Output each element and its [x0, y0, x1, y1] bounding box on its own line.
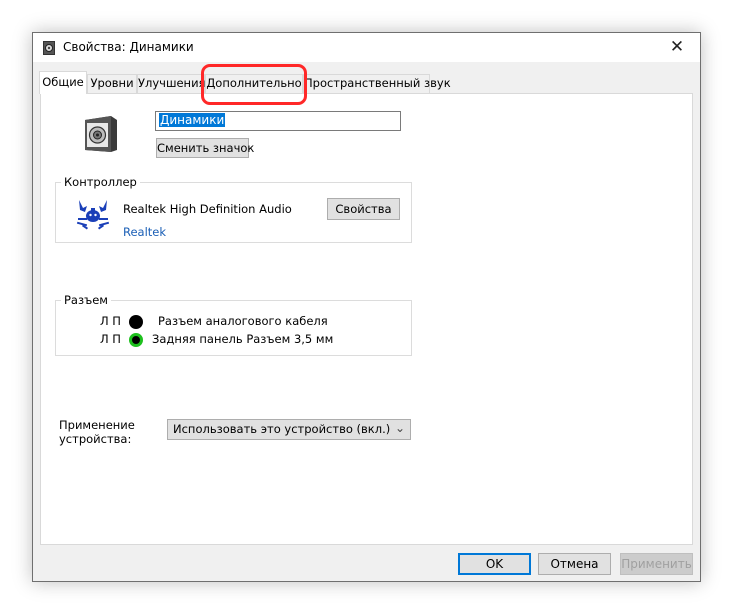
controller-group-label: Контроллер: [61, 175, 140, 189]
controller-properties-button[interactable]: Свойства: [327, 198, 400, 220]
title-bar: Свойства: Динамики ✕: [33, 33, 700, 62]
controller-name: Realtek High Definition Audio: [123, 202, 292, 216]
chevron-down-icon: ⌄: [394, 421, 405, 435]
jack-label-2: Задняя панель Разъем 3,5 мм: [152, 332, 334, 346]
jack-label-1: Разъем аналогового кабеля: [158, 314, 328, 328]
speaker-device-icon: [85, 116, 117, 152]
device-usage-select[interactable]: Использовать это устройство (вкл.) ⌄: [167, 419, 411, 440]
tab-enhancements[interactable]: Улучшения: [137, 74, 205, 93]
tab-spatial-sound[interactable]: Пространственный звук: [303, 74, 451, 93]
close-button[interactable]: ✕: [654, 33, 700, 62]
device-name-selection: Динамики: [159, 113, 226, 127]
speaker-title-icon: [43, 41, 55, 55]
tab-advanced[interactable]: Дополнительно: [205, 74, 303, 93]
jack-group: Разъем Л П Разъем аналогового кабеля Л П…: [55, 293, 412, 356]
properties-dialog: Свойства: Динамики ✕ Общие Уровни Улучше…: [32, 32, 701, 582]
apply-button[interactable]: Применить: [620, 553, 693, 575]
realtek-link[interactable]: Realtek: [123, 225, 166, 239]
general-tab-panel: Динамики Сменить значок Контроллер Realt…: [40, 93, 693, 545]
device-usage-value: Использовать это устройство (вкл.): [173, 422, 391, 436]
tab-levels[interactable]: Уровни: [87, 74, 137, 93]
analog-jack-indicator: [129, 315, 143, 329]
rear-jack-indicator: [129, 333, 143, 347]
device-name-input[interactable]: Динамики: [155, 111, 401, 131]
realtek-crab-icon: [76, 200, 110, 230]
cancel-button[interactable]: Отмена: [538, 553, 611, 575]
ok-button[interactable]: OK: [458, 553, 531, 575]
jack-channels-2: Л П: [100, 332, 121, 346]
jack-channels-1: Л П: [100, 314, 121, 328]
window-title: Свойства: Динамики: [63, 40, 194, 54]
controller-group: Контроллер Realtek High Definition Audio…: [55, 175, 412, 243]
change-icon-button[interactable]: Сменить значок: [156, 138, 254, 158]
usage-label-line2: устройства:: [59, 432, 132, 446]
tab-general[interactable]: Общие: [39, 71, 87, 94]
usage-label-line1: Применение: [59, 418, 135, 432]
jack-group-label: Разъем: [61, 293, 111, 307]
